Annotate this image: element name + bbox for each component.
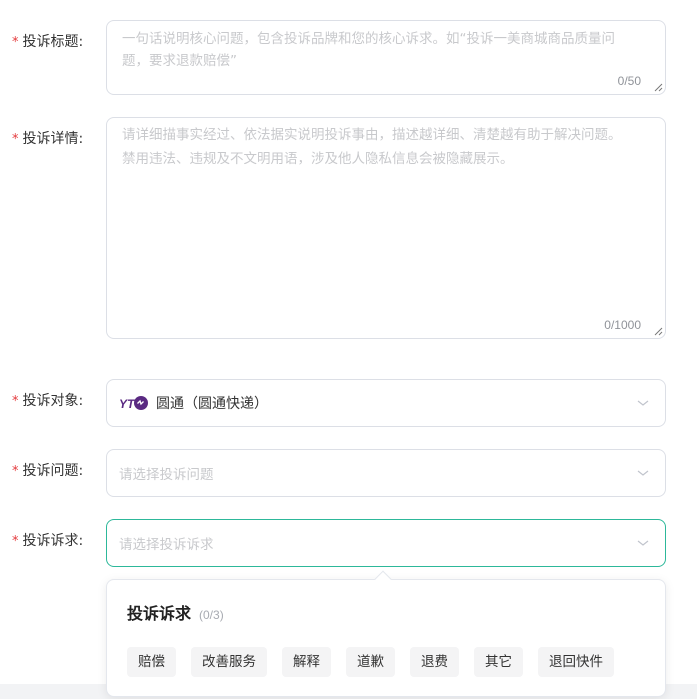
- detail-placeholder-line1: 请详细描事实经过、依法据实说明投诉事由，描述越详细、清楚越有助于解决问题。: [122, 127, 622, 143]
- title-textarea[interactable]: 一句话说明核心问题，包含投诉品牌和您的核心诉求。如“投诉一美商城商品质量问 题，…: [106, 20, 666, 95]
- demand-panel-title: 投诉诉求: [127, 604, 192, 623]
- demand-option-other[interactable]: 其它: [474, 647, 523, 677]
- demand-options: 赔偿 改善服务 解释 道歉 退费 其它 退回快件: [127, 647, 614, 677]
- title-char-counter: 0/50: [617, 74, 641, 88]
- chevron-down-icon: [637, 540, 649, 546]
- target-select[interactable]: YT 圆通（圆通快递）: [106, 379, 666, 427]
- issue-label-text: 投诉问题:: [22, 463, 84, 479]
- demand-panel-header: 投诉诉求 (0/3): [127, 600, 224, 624]
- detail-label: * 投诉详情:: [12, 128, 83, 148]
- demand-option-improve-service[interactable]: 改善服务: [191, 647, 267, 677]
- title-label-text: 投诉标题:: [22, 34, 84, 50]
- title-label: * 投诉标题:: [12, 31, 83, 51]
- required-mark: *: [12, 464, 19, 479]
- required-mark: *: [12, 394, 19, 409]
- demand-option-apology[interactable]: 道歉: [346, 647, 395, 677]
- target-label: * 投诉对象:: [12, 390, 83, 410]
- demand-option-compensation[interactable]: 赔偿: [127, 647, 176, 677]
- required-mark: *: [12, 35, 19, 50]
- yto-logo-text: YT: [119, 397, 136, 411]
- title-placeholder: 一句话说明核心问题，包含投诉品牌和您的核心诉求。如“投诉一美商城商品质量问 题，…: [122, 28, 647, 72]
- demand-option-refund[interactable]: 退费: [410, 647, 459, 677]
- demand-select[interactable]: 请选择投诉诉求: [106, 519, 666, 567]
- demand-label: * 投诉诉求:: [12, 530, 83, 550]
- target-value: 圆通（圆通快递）: [156, 396, 268, 412]
- required-mark: *: [12, 132, 19, 147]
- issue-placeholder: 请选择投诉问题: [119, 467, 214, 483]
- required-mark: *: [12, 534, 19, 549]
- demand-placeholder: 请选择投诉诉求: [119, 537, 214, 553]
- detail-placeholder: 请详细描事实经过、依法据实说明投诉事由，描述越详细、清楚越有助于解决问题。 禁用…: [122, 123, 647, 171]
- chevron-down-icon: [637, 400, 649, 406]
- resize-handle-icon[interactable]: [654, 83, 663, 92]
- yto-logo-icon: YT: [119, 395, 149, 411]
- detail-char-counter: 0/1000: [604, 318, 641, 332]
- demand-panel-count: (0/3): [199, 608, 224, 622]
- detail-textarea[interactable]: 请详细描事实经过、依法据实说明投诉事由，描述越详细、清楚越有助于解决问题。 禁用…: [106, 117, 666, 339]
- resize-handle-icon[interactable]: [654, 327, 663, 336]
- issue-select[interactable]: 请选择投诉问题: [106, 449, 666, 497]
- title-placeholder-line1: 一句话说明核心问题，包含投诉品牌和您的核心诉求。如“投诉一美商城商品质量问: [122, 31, 615, 47]
- title-placeholder-line2: 题，要求退款赔偿”: [122, 53, 237, 69]
- chevron-down-icon: [637, 470, 649, 476]
- issue-label: * 投诉问题:: [12, 460, 83, 480]
- demand-option-explanation[interactable]: 解释: [282, 647, 331, 677]
- detail-placeholder-line2: 禁用违法、违规及不文明用语，涉及他人隐私信息会被隐藏展示。: [122, 151, 514, 167]
- target-label-text: 投诉对象:: [22, 393, 84, 409]
- demand-option-return-parcel[interactable]: 退回快件: [538, 647, 614, 677]
- detail-label-text: 投诉详情:: [22, 131, 84, 147]
- demand-label-text: 投诉诉求:: [22, 533, 84, 549]
- demand-dropdown-panel: 投诉诉求 (0/3) 赔偿 改善服务 解释 道歉 退费 其它 退回快件: [106, 579, 666, 697]
